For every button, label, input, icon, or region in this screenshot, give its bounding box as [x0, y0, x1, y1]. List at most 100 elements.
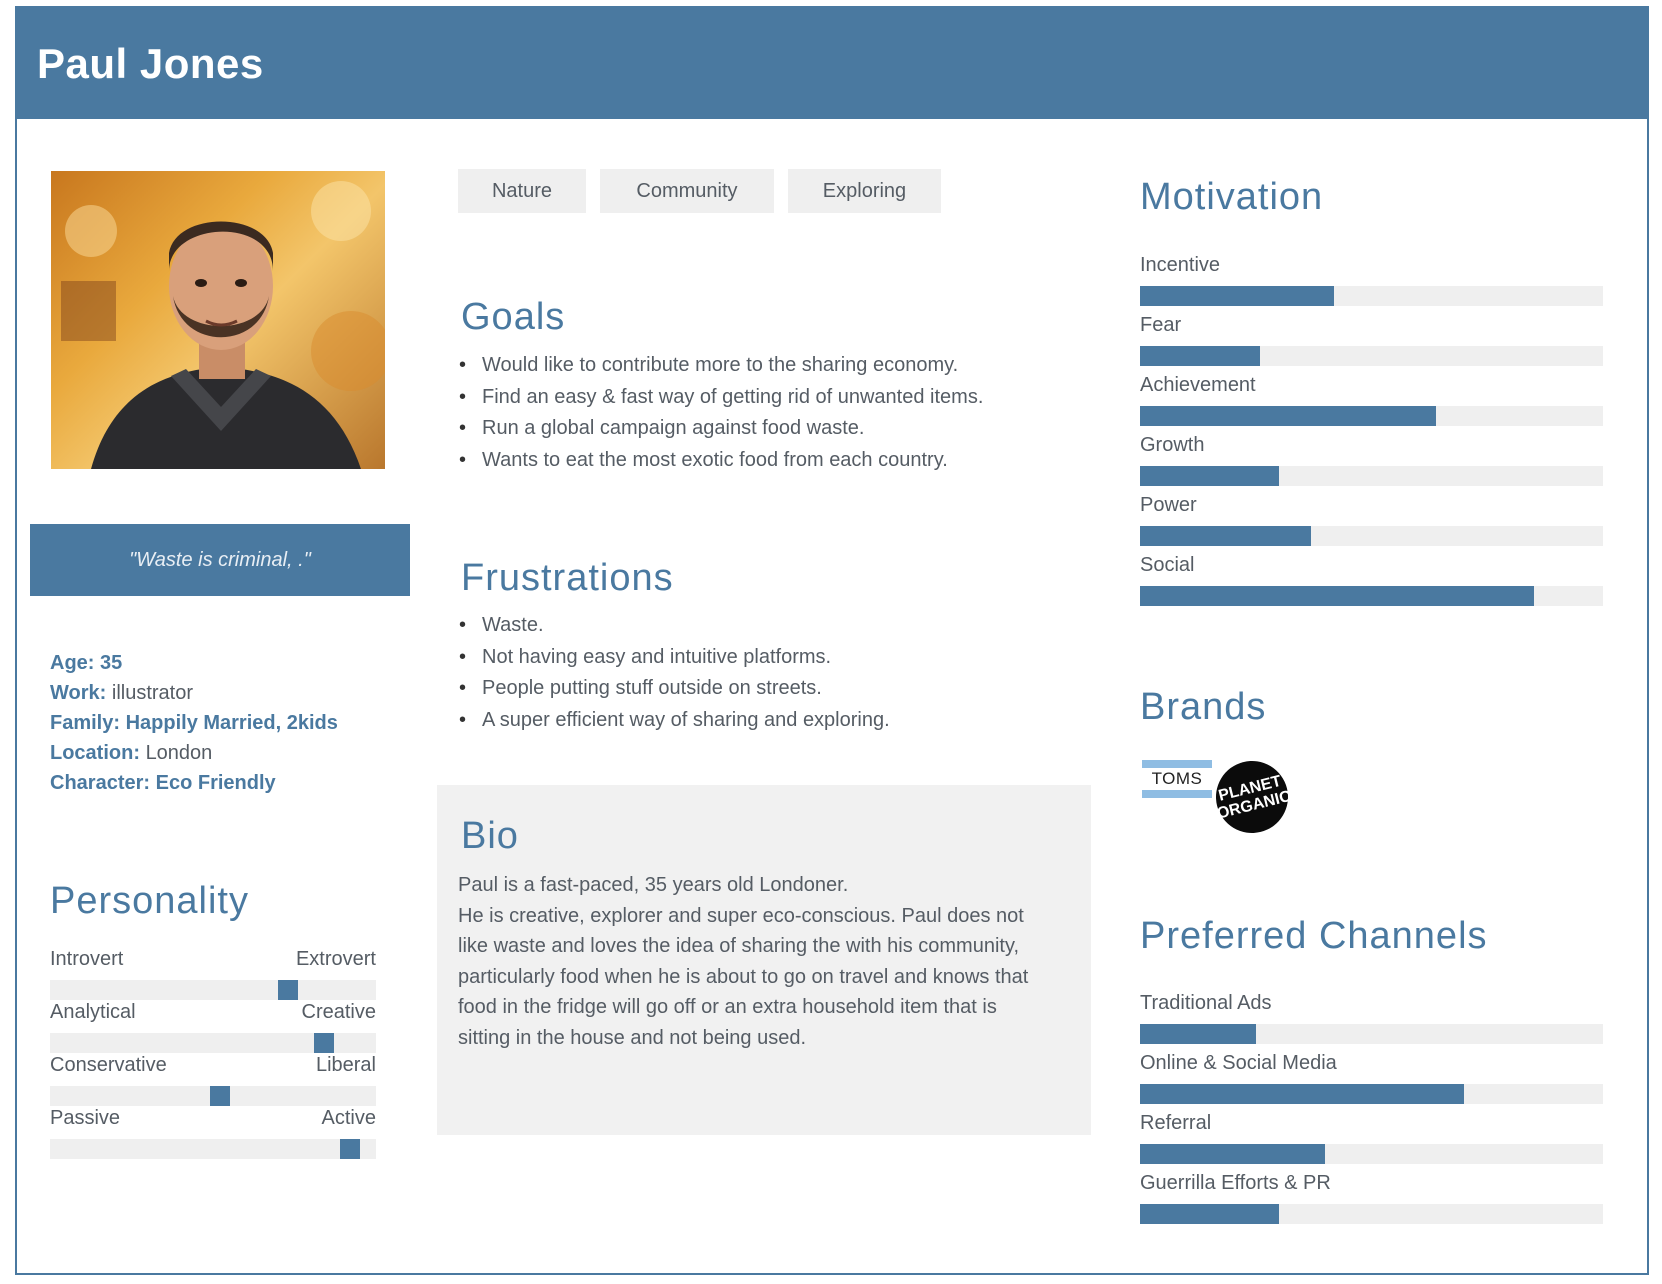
fact-location-value: London	[145, 742, 213, 764]
list-item: People putting stuff outside on streets.	[459, 673, 890, 705]
bio-line: sitting in the house and not being used.	[458, 1026, 807, 1049]
frustrations-list: Waste. Not having easy and intuitive pla…	[459, 610, 890, 736]
channel-meter: Guerrilla Efforts & PR	[1140, 1170, 1603, 1224]
motivation-meter: Growth	[1140, 432, 1603, 486]
meter-track	[1140, 1024, 1603, 1044]
meter-label: Incentive	[1140, 254, 1221, 276]
fact-work-label: Work:	[50, 682, 107, 704]
meter-fill	[1140, 466, 1279, 486]
persona-photo	[51, 171, 385, 469]
scale-marker	[313, 1033, 334, 1053]
meter-label: Fear	[1140, 314, 1182, 336]
goals-title: Goals	[461, 296, 566, 338]
meter-label: Achievement	[1140, 374, 1256, 396]
bio-line: particularly food when he is about to go…	[458, 965, 1029, 988]
list-item: Wants to eat the most exotic food from e…	[459, 445, 983, 477]
meter-track	[1140, 286, 1603, 306]
meter-label: Online & Social Media	[1140, 1052, 1337, 1074]
toms-logo-text: TOMS	[1151, 769, 1203, 788]
meter-track	[1140, 1204, 1603, 1224]
scale-left-label: Conservative	[50, 1054, 167, 1076]
fact-location-label: Location:	[50, 742, 140, 764]
tag-nature: Nature	[458, 169, 586, 213]
meter-track	[1140, 1144, 1603, 1164]
motivation-title: Motivation	[1140, 176, 1324, 218]
meter-fill	[1140, 526, 1312, 546]
fact-character-label: Character:	[50, 772, 151, 794]
list-item: A super efficient way of sharing and exp…	[459, 705, 890, 737]
persona-name: Paul Jones	[37, 40, 264, 87]
scale-right-label: Extrovert	[295, 948, 376, 970]
fact-location: Location: London	[50, 738, 338, 768]
fact-age-value: 35	[100, 652, 123, 674]
list-item: Run a global campaign against food waste…	[459, 413, 983, 445]
meter-label: Referral	[1140, 1112, 1212, 1134]
meter-track	[1140, 406, 1603, 426]
persona-quote: "Waste is criminal, ."	[30, 524, 410, 596]
meter-track	[1140, 466, 1603, 486]
personality-scale: Conservative Liberal	[50, 1054, 376, 1106]
bio-line: food in the fridge will go off or an ext…	[458, 996, 997, 1018]
motivation-meter: Fear	[1140, 312, 1603, 366]
tag-community: Community	[600, 169, 774, 213]
scale-marker	[339, 1139, 360, 1159]
scale-right-label: Liberal	[315, 1054, 376, 1076]
list-item: Find an easy & fast way of getting rid o…	[459, 382, 983, 414]
scale-left-label: Introvert	[50, 948, 124, 970]
channel-meter: Referral	[1140, 1110, 1603, 1164]
persona-facts: Age: 35 Work: illustrator Family: Happil…	[50, 648, 338, 798]
motivation-meter: Power	[1140, 492, 1603, 546]
personality-title: Personality	[50, 880, 249, 922]
meter-fill	[1140, 586, 1534, 606]
meter-fill	[1140, 1024, 1256, 1044]
portrait-illustration	[61, 181, 385, 469]
frustrations-title: Frustrations	[461, 557, 674, 599]
meter-label: Social	[1140, 554, 1195, 576]
bio-line: He is creative, explorer and super eco-c…	[458, 904, 1024, 927]
scale-track	[50, 1033, 376, 1053]
meter-fill	[1140, 1084, 1465, 1104]
scale-track	[50, 1139, 376, 1159]
personality-scale: Analytical Creative	[50, 1001, 376, 1053]
meter-fill	[1140, 1204, 1279, 1224]
scale-left-label: Passive	[50, 1107, 121, 1129]
meter-fill	[1140, 346, 1261, 366]
personality-scale: Introvert Extrovert	[50, 948, 376, 1000]
scale-right-label: Creative	[301, 1001, 376, 1023]
scale-track	[50, 980, 376, 1000]
meter-label: Power	[1140, 494, 1197, 516]
scale-left-label: Analytical	[50, 1001, 136, 1023]
channel-meter: Online & Social Media	[1140, 1050, 1603, 1104]
meter-fill	[1140, 1144, 1326, 1164]
meter-fill	[1140, 406, 1437, 426]
toms-logo: TOMS	[1142, 760, 1212, 798]
fact-character: Character: Eco Friendly	[50, 768, 338, 798]
channels-title: Preferred Channels	[1140, 915, 1488, 957]
meter-label: Growth	[1140, 434, 1205, 456]
channel-meter: Traditional Ads	[1140, 990, 1603, 1044]
bio-title: Bio	[461, 815, 519, 857]
meter-track	[1140, 346, 1603, 366]
scale-marker	[277, 980, 298, 1000]
meter-track	[1140, 1084, 1603, 1104]
bio-line: Paul is a fast-paced, 35 years old Londo…	[458, 874, 849, 896]
fact-age-label: Age:	[50, 652, 95, 674]
tag-exploring: Exploring	[788, 169, 941, 213]
header-bar: Paul Jones	[15, 6, 1649, 119]
brands-title: Brands	[1140, 686, 1267, 728]
fact-age: Age: 35	[50, 648, 338, 678]
goals-list: Would like to contribute more to the sha…	[459, 350, 983, 476]
fact-character-value: Eco Friendly	[155, 772, 276, 794]
list-item: Not having easy and intuitive platforms.	[459, 642, 890, 674]
scale-track	[50, 1086, 376, 1106]
fact-family: Family: Happily Married, 2kids	[50, 708, 338, 738]
bio-text: Paul is a fast-paced, 35 years old Londo…	[458, 870, 1098, 1053]
meter-track	[1140, 526, 1603, 546]
meter-label: Guerrilla Efforts & PR	[1140, 1172, 1331, 1194]
fact-family-text: Family: Happily Married, 2kids	[50, 712, 338, 734]
meter-label: Traditional Ads	[1140, 992, 1272, 1014]
list-item: Would like to contribute more to the sha…	[459, 350, 983, 382]
fact-work-value: illustrator	[111, 682, 194, 704]
motivation-meter: Incentive	[1140, 252, 1603, 306]
bio-line: like waste and loves the idea of sharing…	[458, 935, 1020, 957]
